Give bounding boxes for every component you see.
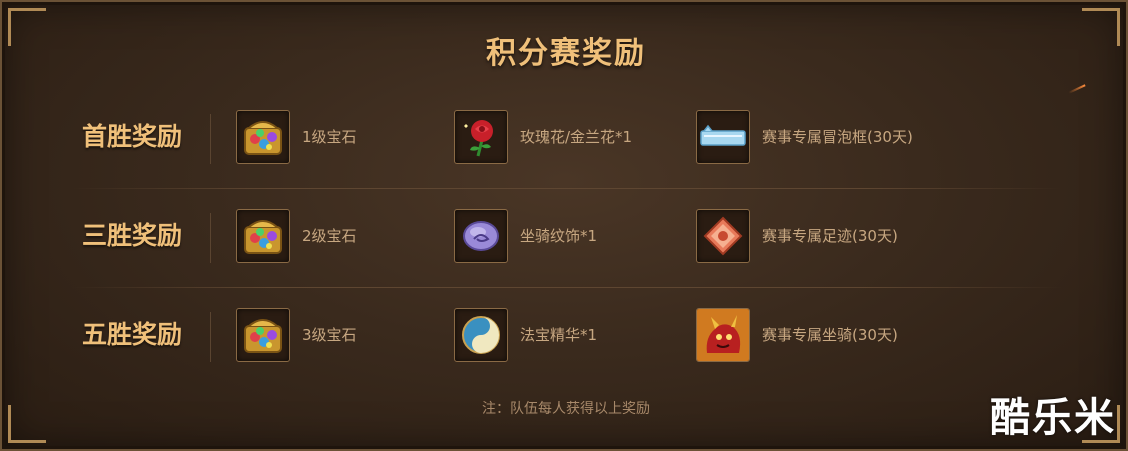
reward-text: 3级宝石 — [302, 326, 357, 344]
rose-icon[interactable] — [454, 110, 508, 164]
divider — [210, 213, 211, 263]
divider — [210, 312, 211, 362]
gem-chest-icon[interactable] — [236, 209, 290, 263]
divider — [210, 114, 211, 164]
gem-chest-icon[interactable] — [236, 308, 290, 362]
reward-text: 1级宝石 — [302, 128, 357, 146]
reward-text: 2级宝石 — [302, 227, 357, 245]
yin-yang-icon[interactable] — [454, 308, 508, 362]
footprint-icon[interactable] — [696, 209, 750, 263]
reward-text: 赛事专属足迹(30天) — [762, 227, 898, 245]
reward-text: 赛事专属坐骑(30天) — [762, 326, 898, 344]
reward-text: 法宝精华*1 — [520, 326, 598, 344]
reward-note: 注：队伍每人获得以上奖励 — [482, 401, 650, 417]
row-label: 三胜奖励 — [82, 221, 183, 250]
reward-row-three-wins: 三胜奖励 2级宝石 坐骑纹饰*1 赛事专属足迹(30天) — [2, 187, 1126, 285]
reward-text: 玫瑰花/金兰花*1 — [520, 128, 633, 146]
reward-panel: 积分赛奖励 首胜奖励 1级宝石 玫瑰花/金兰花*1 赛事专属冒泡框(30天) 三… — [0, 0, 1128, 451]
mount-icon[interactable] — [696, 308, 750, 362]
reward-text: 赛事专属冒泡框(30天) — [762, 128, 913, 146]
reward-row-five-wins: 五胜奖励 3级宝石 法宝精华*1 赛事专属坐骑(30天) — [2, 286, 1126, 384]
gem-chest-icon[interactable] — [236, 110, 290, 164]
bubble-frame-icon[interactable] — [696, 110, 750, 164]
reward-text: 坐骑纹饰*1 — [520, 227, 598, 245]
page-title: 积分赛奖励 — [486, 36, 646, 71]
row-label: 首胜奖励 — [82, 122, 183, 151]
row-label: 五胜奖励 — [82, 320, 183, 349]
mount-pattern-icon[interactable] — [454, 209, 508, 263]
reward-row-first-win: 首胜奖励 1级宝石 玫瑰花/金兰花*1 赛事专属冒泡框(30天) — [2, 88, 1126, 186]
watermark: 酷乐米 — [990, 395, 1116, 441]
